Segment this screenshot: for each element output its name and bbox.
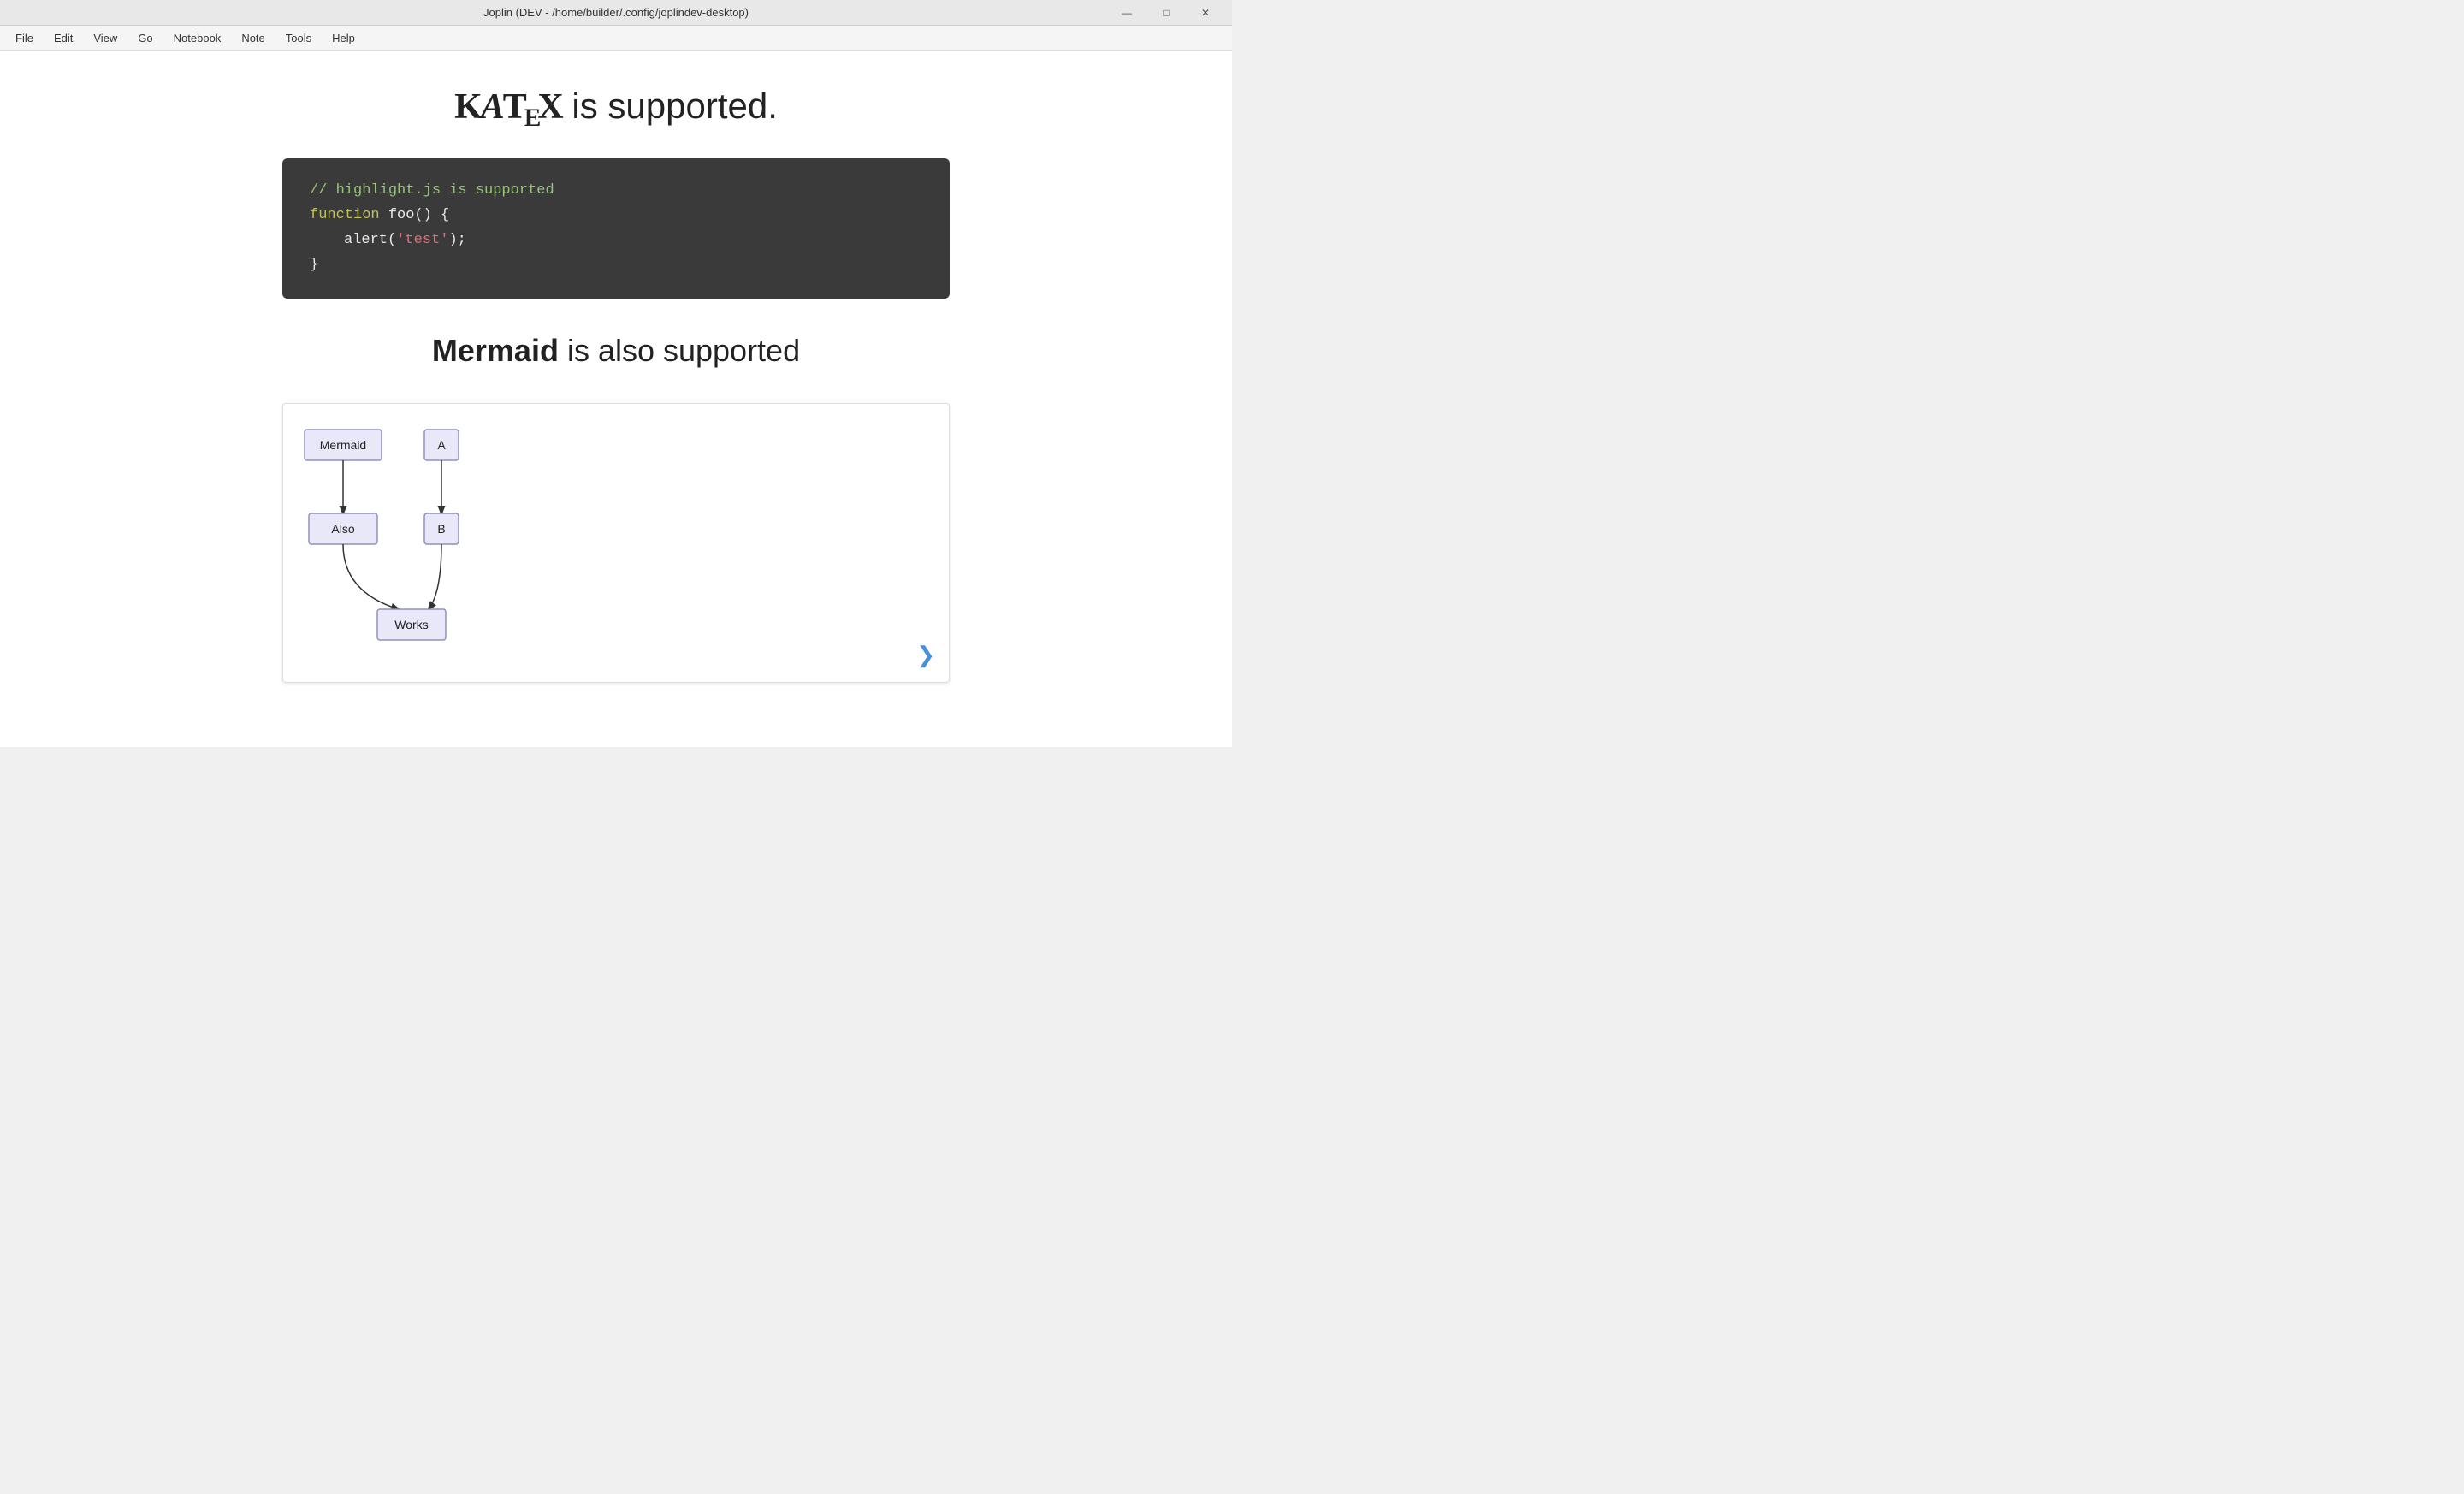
main-content: KATEX is supported. // highlight.js is s… (0, 51, 1232, 747)
close-button[interactable]: ✕ (1186, 0, 1225, 26)
code-line-4: } (310, 253, 922, 278)
mermaid-heading: Mermaid is also supported (432, 333, 800, 369)
node-b-label: B (437, 522, 445, 536)
node-also-label: Also (331, 522, 354, 536)
forward-arrow-button[interactable]: ❯ (916, 642, 935, 668)
mermaid-diagram-container: Mermaid A Also B Works (282, 403, 950, 683)
menu-item-tools[interactable]: Tools (277, 28, 320, 48)
window-controls: — □ ✕ (1107, 0, 1225, 25)
code-line-1: // highlight.js is supported (310, 179, 922, 204)
code-keyword-function: function (310, 207, 380, 223)
code-semicolon: ); (448, 232, 465, 248)
katex-heading: KATEX is supported. (454, 86, 778, 133)
code-line-3: alert('test'); (310, 228, 922, 253)
code-block: // highlight.js is supported function fo… (282, 158, 950, 299)
mermaid-heading-bold: Mermaid (432, 333, 559, 368)
menu-item-view[interactable]: View (85, 28, 126, 48)
node-works-label: Works (394, 618, 428, 631)
mermaid-heading-rest: is also supported (559, 333, 800, 368)
menu-item-file[interactable]: File (7, 28, 42, 48)
code-plain-foo: foo() { (380, 207, 450, 223)
menu-item-edit[interactable]: Edit (45, 28, 81, 48)
mermaid-diagram-svg: Mermaid A Also B Works (300, 421, 557, 661)
menu-item-note[interactable]: Note (233, 28, 273, 48)
arrow-b-works (429, 544, 441, 609)
katex-logo: KATEX (454, 87, 562, 127)
minimize-button[interactable]: — (1107, 0, 1146, 26)
window-title: Joplin (DEV - /home/builder/.config/jopl… (483, 6, 749, 19)
katex-suffix: is supported. (562, 86, 778, 126)
menu-item-notebook[interactable]: Notebook (165, 28, 230, 48)
menu-item-go[interactable]: Go (129, 28, 161, 48)
node-a-label: A (437, 438, 446, 452)
menu-bar: FileEditViewGoNotebookNoteToolsHelp (0, 26, 1232, 51)
maximize-button[interactable]: □ (1146, 0, 1186, 26)
code-string-test: 'test' (396, 232, 448, 248)
code-line-2: function foo() { (310, 204, 922, 228)
node-mermaid-label: Mermaid (320, 438, 366, 452)
menu-item-help[interactable]: Help (323, 28, 364, 48)
code-alert: alert( (344, 232, 396, 248)
title-bar: Joplin (DEV - /home/builder/.config/jopl… (0, 0, 1232, 26)
arrow-also-works (343, 544, 399, 609)
